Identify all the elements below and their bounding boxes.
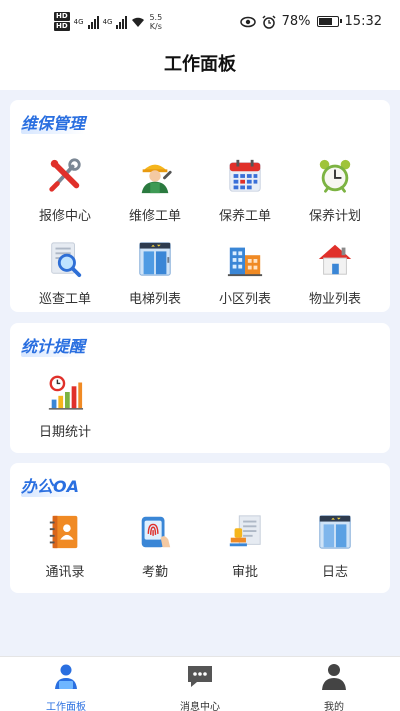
speed-unit: K/s <box>149 21 162 31</box>
elevator-icon <box>139 242 171 276</box>
community-list-item[interactable]: 小区列表 <box>200 240 290 310</box>
tab-messages[interactable]: 消息中心 <box>150 661 250 711</box>
office-oa-card: 办公OA 通讯录 考勤 审批 日志 <box>10 463 390 593</box>
item-label: 考勤 <box>141 565 168 580</box>
workspace-person-icon <box>55 664 77 689</box>
item-label: 日志 <box>321 565 348 580</box>
item-label: 保养计划 <box>308 209 361 224</box>
section-title: 办公OA <box>21 477 79 497</box>
magnifier-document-icon <box>51 242 82 278</box>
tab-label: 工作面板 <box>46 702 86 711</box>
tab-workspace[interactable]: 工作面板 <box>16 661 116 711</box>
alarm-clock-icon <box>319 159 351 193</box>
header: 工作面板 <box>0 44 400 90</box>
signal-icon <box>87 15 99 29</box>
house-icon <box>318 244 352 275</box>
alarm-icon <box>262 14 276 29</box>
item-label: 物业列表 <box>308 292 361 307</box>
log-item[interactable]: 日志 <box>290 513 380 583</box>
speed-value: 5.5 <box>149 12 163 22</box>
wifi-icon <box>132 17 145 27</box>
contact-book-icon <box>49 515 78 549</box>
network-type-label: 4G <box>73 17 84 26</box>
tab-label: 消息中心 <box>180 702 220 711</box>
hd-badge: HD <box>54 22 70 31</box>
log-document-icon <box>319 515 351 549</box>
item-label: 巡查工单 <box>38 292 91 307</box>
section-title: 维保管理 <box>21 114 86 134</box>
approval-stamp-icon <box>229 515 261 547</box>
item-label: 审批 <box>231 565 258 580</box>
item-label: 维修工单 <box>128 209 181 224</box>
elevator-list-item[interactable]: 电梯列表 <box>110 240 200 310</box>
battery-percent: 78% <box>281 14 311 29</box>
hd-badge: HD <box>54 12 70 21</box>
property-list-item[interactable]: 物业列表 <box>290 240 380 310</box>
calendar-icon <box>229 159 261 192</box>
date-statistics-item[interactable]: 日期统计 <box>20 373 110 443</box>
eye-icon <box>239 16 256 27</box>
item-label: 日期统计 <box>38 425 91 440</box>
main-content: 维保管理 报修中心 维修工单 保养工单 保养计划 巡查工单 电梯列表 小区列表 … <box>0 90 400 656</box>
item-label: 保养工单 <box>218 209 271 224</box>
repair-order-item[interactable]: 维修工单 <box>110 157 200 227</box>
tab-label: 我的 <box>324 702 344 711</box>
bottom-tab-bar: 工作面板 消息中心 我的 <box>0 656 400 711</box>
maintenance-plan-item[interactable]: 保养计划 <box>290 157 380 227</box>
status-left: HD HD 4G 4G 5.5 K/s <box>54 12 162 31</box>
status-bar: HD HD 4G 4G 5.5 K/s 78% 15:32 <box>0 0 400 44</box>
item-label: 通讯录 <box>45 565 85 580</box>
approval-item[interactable]: 审批 <box>200 513 290 583</box>
buildings-icon <box>227 247 263 277</box>
repair-center-item[interactable]: 报修中心 <box>20 157 110 227</box>
inspection-order-item[interactable]: 巡查工单 <box>20 240 110 310</box>
item-label: 电梯列表 <box>128 292 181 307</box>
contacts-item[interactable]: 通讯录 <box>20 513 110 583</box>
item-label: 小区列表 <box>218 292 271 307</box>
user-profile-icon <box>322 664 346 690</box>
item-label: 报修中心 <box>38 209 91 224</box>
network-speed: 5.5 K/s <box>149 13 162 31</box>
signal-icon <box>116 15 128 29</box>
statistics-card: 统计提醒 日期统计 <box>10 323 390 453</box>
status-right: 78% 15:32 <box>239 14 382 29</box>
network-type-label: 4G <box>102 17 113 26</box>
clock: 15:32 <box>344 14 382 29</box>
repair-tools-icon <box>49 158 81 192</box>
section-title: 统计提醒 <box>21 337 86 357</box>
maintenance-order-item[interactable]: 保养工单 <box>200 157 290 227</box>
hd-indicators: HD HD <box>54 12 70 31</box>
repair-worker-icon <box>141 164 172 194</box>
battery-icon <box>316 16 342 27</box>
page-title: 工作面板 <box>164 54 236 75</box>
message-bubble-icon <box>188 666 212 687</box>
attendance-item[interactable]: 考勤 <box>110 513 200 583</box>
tab-profile[interactable]: 我的 <box>284 661 384 711</box>
maintenance-card: 维保管理 报修中心 维修工单 保养工单 保养计划 巡查工单 电梯列表 小区列表 … <box>10 100 390 312</box>
fingerprint-icon <box>141 516 171 548</box>
bar-chart-clock-icon <box>48 375 84 410</box>
